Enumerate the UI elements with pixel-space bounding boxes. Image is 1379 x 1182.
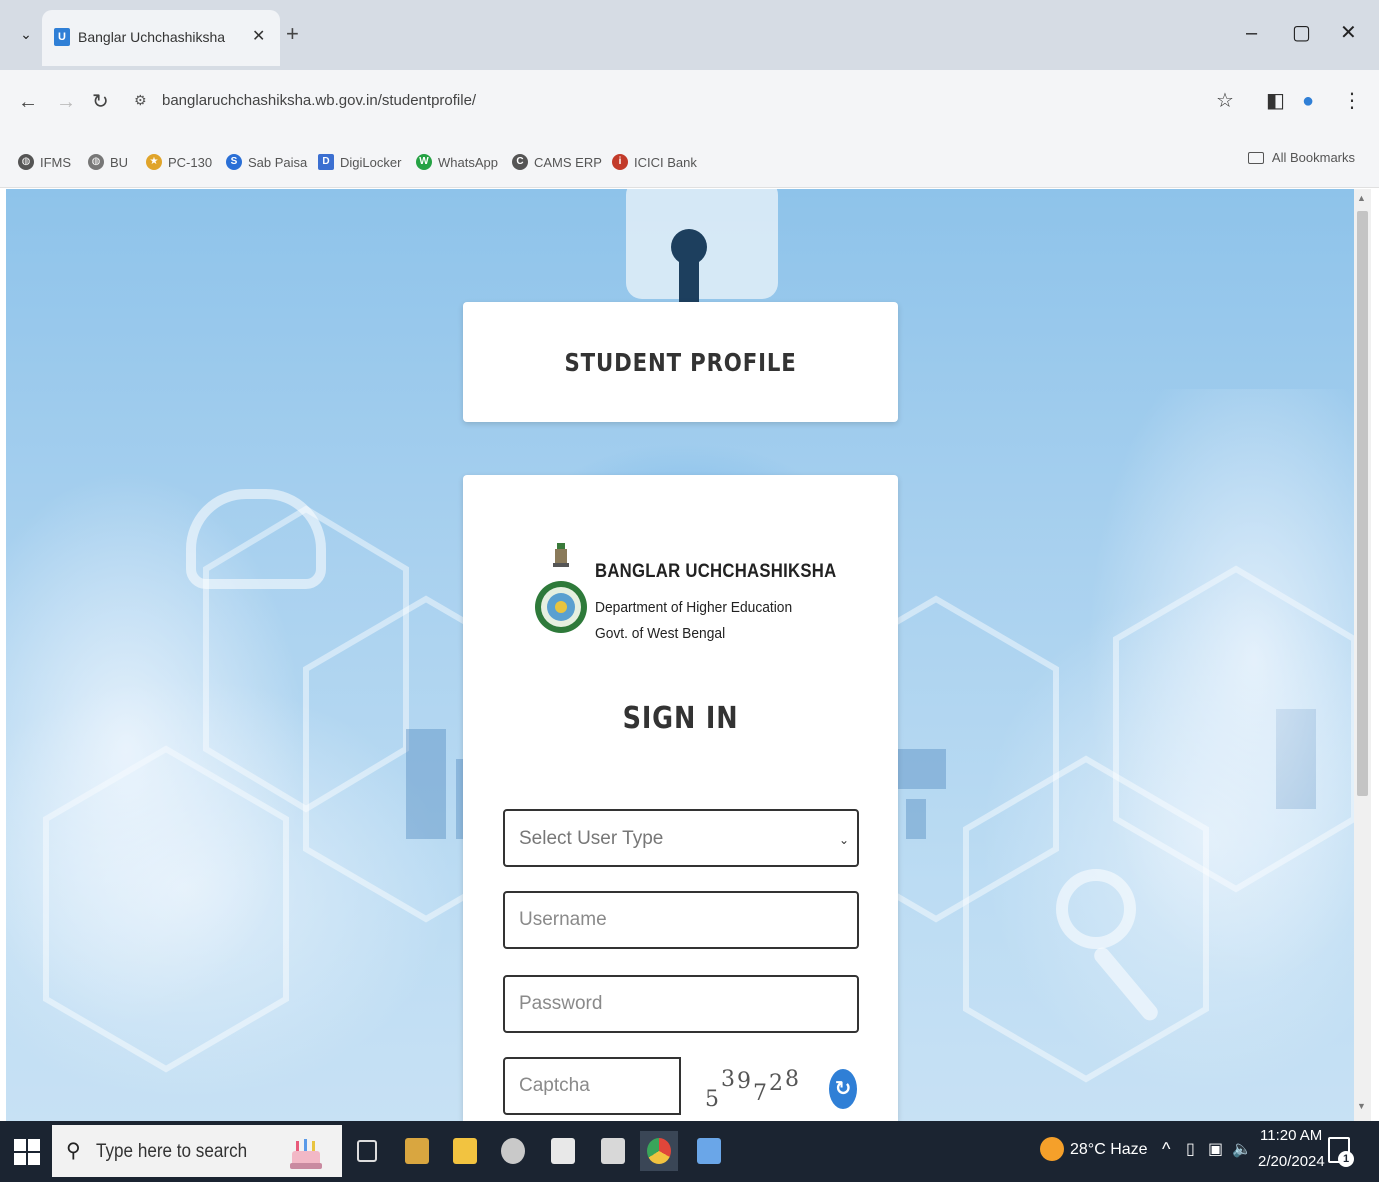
task-view-icon[interactable] [348,1131,386,1171]
all-bookmarks-button[interactable]: All Bookmarks [1247,150,1355,165]
user-type-select[interactable]: Select User Type [503,809,859,867]
page-scrollbar[interactable]: ▲ ▼ [1354,189,1371,1121]
windows-start-icon[interactable] [14,1139,40,1165]
captcha-char: 3 [721,1067,735,1092]
tab-search-chevron-icon[interactable]: ⌄ [14,22,38,46]
file-explorer-icon[interactable] [446,1131,484,1171]
site-favicon-icon: U [54,28,70,46]
app-taskbar-icon[interactable] [690,1131,728,1171]
birthday-cake-icon[interactable] [284,1129,328,1173]
tab-close-icon[interactable]: ✕ [252,26,265,46]
settings-tools-icon[interactable] [398,1131,436,1171]
clock-time[interactable]: 11:20 AM [1260,1127,1322,1144]
captcha-char: 8 [785,1067,799,1092]
reload-icon[interactable]: ↻ [92,90,109,114]
captcha-char: 5 [705,1087,719,1112]
globe-icon: ◍ [88,154,104,170]
scrollbar-thumb[interactable] [1357,211,1368,796]
scroll-down-arrow-icon[interactable]: ▼ [1357,1101,1366,1111]
browser-toolbar: ← → ↻ ⚙ banglaruchchashiksha.wb.gov.in/s… [0,70,1379,136]
digilocker-icon: D [318,154,334,170]
paint-app-icon[interactable] [494,1131,532,1171]
taskbar-search-placeholder: Type here to search [96,1141,248,1162]
signin-heading: SIGN IN [622,701,739,736]
brand-government: Govt. of West Bengal [595,625,726,642]
username-input[interactable] [503,891,859,949]
page-title: STUDENT PROFILE [564,347,797,377]
more-menu-icon[interactable]: ⋮ [1342,88,1362,114]
chrome-browser-icon[interactable] [640,1131,678,1171]
bookmarks-bar: ◍ IFMS ◍ BU ★ PC-130 S Sab Paisa D DigiLocker… [0,136,1379,188]
cloud-decoration-icon [186,489,326,589]
signin-card: BANGLAR UCHCHASHIKSHA Department of High… [463,475,898,1121]
profile-avatar-icon[interactable]: ● [1302,88,1314,114]
magnifier-decoration-icon [1056,869,1136,949]
weather-sun-icon[interactable] [1040,1137,1064,1161]
bookmark-sab-paisa[interactable]: S Sab Paisa [226,150,307,174]
captcha-char: 7 [753,1081,767,1106]
excel-app-icon[interactable] [594,1131,632,1171]
captcha-input[interactable] [503,1057,681,1115]
keyhole-slot-decoration [679,249,699,309]
site-info-icon[interactable]: ⚙ [134,92,147,109]
windows-taskbar: ⚲ Type here to search 28°C Haze ^ ▯ ▣ 🔈 … [0,1121,1379,1182]
clock-date[interactable]: 2/20/2024 [1258,1153,1325,1170]
bookmark-cams-erp[interactable]: C CAMS ERP [512,150,602,174]
address-bar[interactable]: banglaruchchashiksha.wb.gov.in/studentpr… [162,92,476,109]
cams-icon: C [512,154,528,170]
notification-count-badge: 1 [1338,1151,1354,1167]
scroll-up-arrow-icon[interactable]: ▲ [1357,193,1366,203]
password-input[interactable] [503,975,859,1033]
tray-battery-icon[interactable]: ▣ [1208,1139,1223,1159]
search-icon: ⚲ [66,1140,81,1162]
captcha-image: 5 3 9 7 2 8 [681,1057,805,1113]
captcha-char: 9 [737,1069,751,1094]
weather-text[interactable]: 28°C Haze [1070,1141,1148,1159]
tray-device-icon[interactable]: ▯ [1186,1139,1195,1159]
speaker-icon[interactable]: 🔈 [1232,1139,1252,1159]
back-arrow-icon[interactable]: ← [18,90,38,114]
forward-arrow-icon[interactable]: → [56,90,76,114]
folder-icon [1247,151,1264,164]
captcha-refresh-icon[interactable]: ↻ [829,1069,857,1109]
bookmark-digilocker[interactable]: D DigiLocker [318,150,401,174]
browser-tab-active[interactable]: U Banglar Uchchashiksha ✕ [42,10,280,66]
west-bengal-emblem-icon [535,543,587,633]
maximize-icon[interactable]: ▢ [1292,18,1311,48]
whatsapp-icon: W [416,154,432,170]
window-close-icon[interactable]: ✕ [1340,18,1357,48]
brand-name: BANGLAR UCHCHASHIKSHA [595,561,837,582]
word-app-icon[interactable] [544,1131,582,1171]
side-panel-icon[interactable]: ◧ [1266,88,1285,114]
tab-title: Banglar Uchchashiksha [78,29,226,45]
globe-icon: ◍ [18,154,34,170]
student-profile-header-card: STUDENT PROFILE [463,302,898,422]
star-icon: ★ [146,154,162,170]
bookmark-ifms[interactable]: ◍ IFMS [18,150,71,174]
minimize-icon[interactable]: – [1246,18,1257,48]
brand-department: Department of Higher Education [595,599,793,616]
sabpaisa-icon: S [226,154,242,170]
taskbar-search-box[interactable]: ⚲ Type here to search [52,1125,342,1177]
bookmark-star-icon[interactable]: ☆ [1216,88,1234,114]
icici-icon: i [612,154,628,170]
bookmark-pc-130[interactable]: ★ PC-130 [146,150,212,174]
bookmark-whatsapp[interactable]: W WhatsApp [416,150,498,174]
bookmark-icici-bank[interactable]: i ICICI Bank [612,150,697,174]
new-tab-plus-icon[interactable]: + [286,22,299,46]
captcha-char: 2 [769,1071,783,1096]
tray-chevron-up-icon[interactable]: ^ [1162,1139,1170,1160]
bookmark-bu[interactable]: ◍ BU [88,150,128,174]
browser-tab-bar: ⌄ U Banglar Uchchashiksha ✕ + – ▢ ✕ [0,0,1379,70]
